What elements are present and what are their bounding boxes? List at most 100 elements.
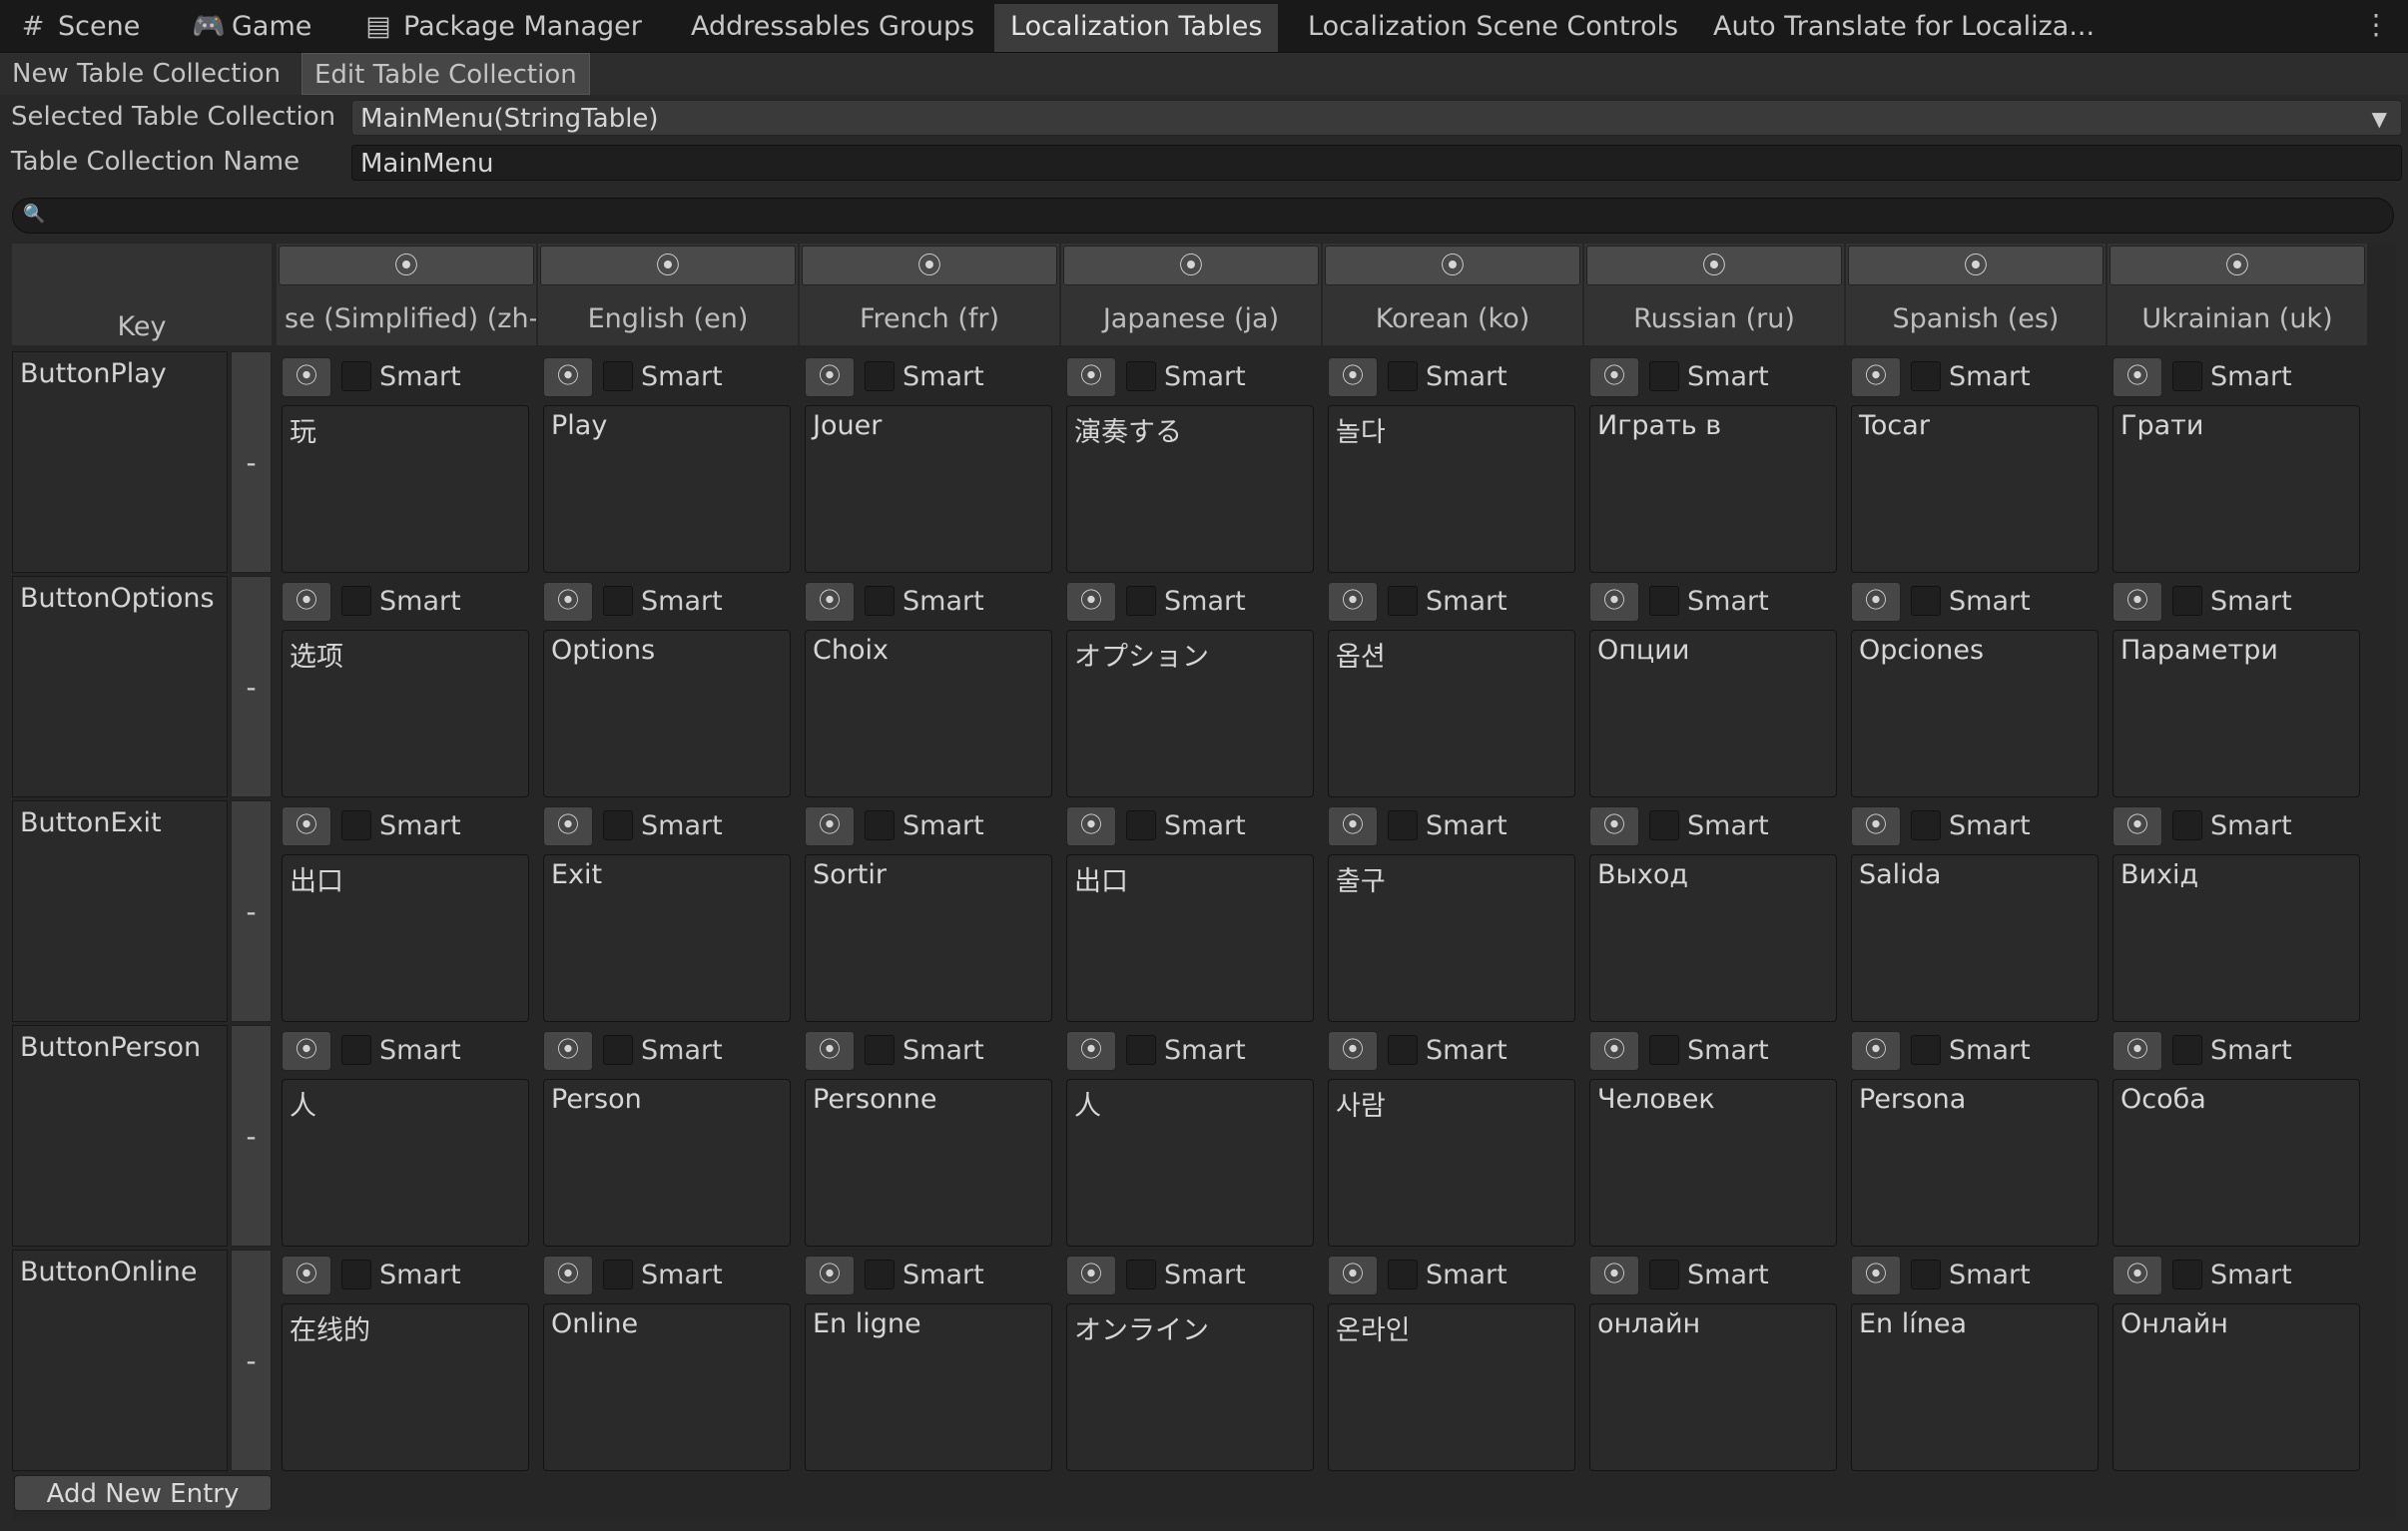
translation-text-field[interactable]: Play <box>543 405 791 573</box>
metadata-icon[interactable]: ⦿ <box>543 1256 593 1295</box>
metadata-icon[interactable]: ⦿ <box>543 582 593 622</box>
entry-key[interactable]: ButtonPerson <box>12 1025 228 1247</box>
smart-checkbox[interactable] <box>603 361 633 391</box>
metadata-icon[interactable]: ⦿ <box>1328 1256 1378 1295</box>
remove-entry-button[interactable]: - <box>231 1025 272 1247</box>
remove-entry-button[interactable]: - <box>231 351 272 573</box>
smart-checkbox[interactable] <box>1911 586 1941 616</box>
collection-name-input[interactable]: MainMenu <box>351 145 2402 181</box>
metadata-icon[interactable]: ⦿ <box>805 806 855 846</box>
translation-text-field[interactable]: 人 <box>282 1079 529 1247</box>
metadata-icon[interactable]: ⦿ <box>802 246 1057 285</box>
metadata-icon[interactable]: ⦿ <box>1328 1031 1378 1071</box>
smart-checkbox[interactable] <box>1126 810 1156 840</box>
smart-checkbox[interactable] <box>1388 1260 1418 1289</box>
metadata-icon[interactable]: ⦿ <box>805 582 855 622</box>
metadata-icon[interactable]: ⦿ <box>543 806 593 846</box>
smart-checkbox[interactable] <box>1649 586 1679 616</box>
smart-checkbox[interactable] <box>1911 810 1941 840</box>
metadata-icon[interactable]: ⦿ <box>1325 246 1580 285</box>
translation-text-field[interactable]: En ligne <box>805 1303 1052 1471</box>
search-input[interactable]: 🔍 <box>12 198 2394 234</box>
metadata-icon[interactable]: ⦿ <box>282 357 331 397</box>
metadata-icon[interactable]: ⦿ <box>1586 246 1842 285</box>
smart-checkbox[interactable] <box>341 810 371 840</box>
translation-text-field[interactable]: 놀다 <box>1328 405 1575 573</box>
smart-checkbox[interactable] <box>2172 1035 2202 1065</box>
translation-text-field[interactable]: Jouer <box>805 405 1052 573</box>
selected-collection-dropdown[interactable]: MainMenu(StringTable) ▼ <box>351 100 2402 136</box>
translation-text-field[interactable]: Choix <box>805 630 1052 797</box>
smart-checkbox[interactable] <box>2172 586 2202 616</box>
smart-checkbox[interactable] <box>1388 586 1418 616</box>
translation-text-field[interactable]: 玩 <box>282 405 529 573</box>
translation-text-field[interactable]: Opciones <box>1851 630 2099 797</box>
smart-checkbox[interactable] <box>865 1035 895 1065</box>
smart-checkbox[interactable] <box>1126 586 1156 616</box>
smart-checkbox[interactable] <box>1911 1035 1941 1065</box>
translation-text-field[interactable]: Опции <box>1589 630 1837 797</box>
metadata-icon[interactable]: ⦿ <box>1589 357 1639 397</box>
smart-checkbox[interactable] <box>341 586 371 616</box>
metadata-icon[interactable]: ⦿ <box>2112 1031 2162 1071</box>
metadata-icon[interactable]: ⦿ <box>1066 357 1116 397</box>
smart-checkbox[interactable] <box>341 361 371 391</box>
entry-key[interactable]: ButtonOnline <box>12 1250 228 1471</box>
tab-localization-scene-controls[interactable]: Localization Scene Controls <box>1292 4 1694 52</box>
metadata-icon[interactable]: ⦿ <box>1589 582 1639 622</box>
metadata-icon[interactable]: ⦿ <box>282 582 331 622</box>
smart-checkbox[interactable] <box>341 1260 371 1289</box>
smart-checkbox[interactable] <box>341 1035 371 1065</box>
metadata-icon[interactable]: ⦿ <box>543 357 593 397</box>
smart-checkbox[interactable] <box>865 361 895 391</box>
metadata-icon[interactable]: ⦿ <box>805 1256 855 1295</box>
smart-checkbox[interactable] <box>865 810 895 840</box>
metadata-icon[interactable]: ⦿ <box>543 1031 593 1071</box>
metadata-icon[interactable]: ⦿ <box>2112 1256 2162 1295</box>
translation-text-field[interactable]: 온라인 <box>1328 1303 1575 1471</box>
smart-checkbox[interactable] <box>1388 1035 1418 1065</box>
translation-text-field[interactable]: 出口 <box>1066 854 1314 1022</box>
translation-text-field[interactable]: オプション <box>1066 630 1314 797</box>
smart-checkbox[interactable] <box>1911 1260 1941 1289</box>
metadata-icon[interactable]: ⦿ <box>2109 246 2365 285</box>
metadata-icon[interactable]: ⦿ <box>1328 806 1378 846</box>
metadata-icon[interactable]: ⦿ <box>1851 582 1901 622</box>
smart-checkbox[interactable] <box>1126 1035 1156 1065</box>
metadata-icon[interactable]: ⦿ <box>1589 1031 1639 1071</box>
metadata-icon[interactable]: ⦿ <box>282 806 331 846</box>
translation-text-field[interactable]: Options <box>543 630 791 797</box>
metadata-icon[interactable]: ⦿ <box>1066 582 1116 622</box>
smart-checkbox[interactable] <box>603 1260 633 1289</box>
smart-checkbox[interactable] <box>603 1035 633 1065</box>
smart-checkbox[interactable] <box>1649 810 1679 840</box>
translation-text-field[interactable]: Выход <box>1589 854 1837 1022</box>
add-new-entry-button[interactable]: Add New Entry <box>14 1475 272 1511</box>
remove-entry-button[interactable]: - <box>231 1250 272 1471</box>
translation-text-field[interactable]: Вихід <box>2112 854 2360 1022</box>
translation-text-field[interactable]: Exit <box>543 854 791 1022</box>
translation-text-field[interactable]: Person <box>543 1079 791 1247</box>
smart-checkbox[interactable] <box>1388 361 1418 391</box>
tab-scene[interactable]: # Scene <box>2 4 156 52</box>
translation-text-field[interactable]: Онлайн <box>2112 1303 2360 1471</box>
smart-checkbox[interactable] <box>2172 361 2202 391</box>
translation-text-field[interactable]: 在线的 <box>282 1303 529 1471</box>
metadata-icon[interactable]: ⦿ <box>805 357 855 397</box>
translation-text-field[interactable]: 옵션 <box>1328 630 1575 797</box>
entry-key[interactable]: ButtonOptions <box>12 576 228 797</box>
smart-checkbox[interactable] <box>1126 1260 1156 1289</box>
smart-checkbox[interactable] <box>603 810 633 840</box>
smart-checkbox[interactable] <box>603 586 633 616</box>
metadata-icon[interactable]: ⦿ <box>1066 1031 1116 1071</box>
edit-table-collection-button[interactable]: Edit Table Collection <box>301 53 590 95</box>
tab-game[interactable]: 🎮 Game <box>176 4 327 52</box>
kebab-menu-icon[interactable]: ⋮ <box>2362 8 2390 41</box>
metadata-icon[interactable]: ⦿ <box>2112 357 2162 397</box>
smart-checkbox[interactable] <box>1911 361 1941 391</box>
metadata-icon[interactable]: ⦿ <box>1589 1256 1639 1295</box>
smart-checkbox[interactable] <box>1649 361 1679 391</box>
metadata-icon[interactable]: ⦿ <box>1328 357 1378 397</box>
remove-entry-button[interactable]: - <box>231 800 272 1022</box>
translation-text-field[interactable]: Играть в <box>1589 405 1837 573</box>
